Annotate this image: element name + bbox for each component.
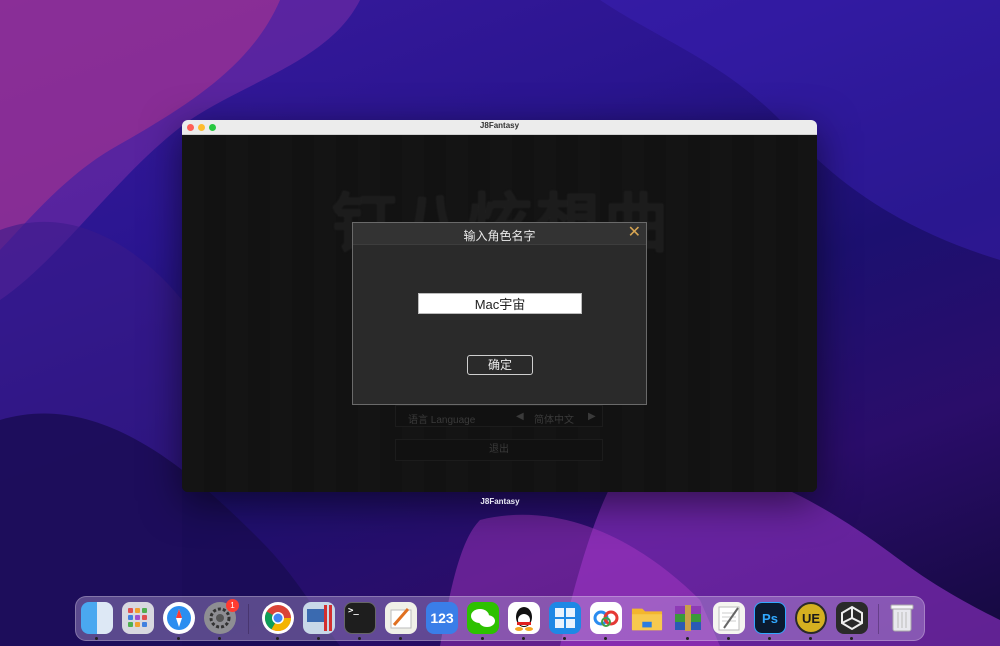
photoshop-icon[interactable]: Ps — [754, 602, 786, 634]
exit-button[interactable]: 退出 — [395, 439, 603, 461]
dock-separator — [248, 604, 249, 634]
ultraedit-icon[interactable]: UE — [795, 602, 827, 634]
running-indicator — [522, 637, 525, 640]
safari-icon[interactable] — [163, 602, 195, 634]
numbers-123-icon[interactable]: 123 — [426, 602, 458, 634]
qq-icon[interactable] — [508, 602, 540, 634]
running-indicator — [399, 637, 402, 640]
winrar-icon[interactable] — [672, 602, 704, 634]
running-indicator — [218, 637, 221, 640]
running-indicator — [809, 637, 812, 640]
running-indicator — [177, 637, 180, 640]
running-indicator — [563, 637, 566, 640]
dock-separator — [878, 604, 879, 634]
running-indicator — [768, 637, 771, 640]
folder-icon[interactable] — [631, 602, 663, 634]
wechat-icon[interactable] — [467, 602, 499, 634]
dialog-title: 输入角色名字 — [463, 229, 536, 243]
close-icon[interactable]: ✕ — [628, 224, 641, 242]
language-label: 语言 Language — [408, 415, 476, 426]
arrow-right-icon[interactable]: ▶ — [588, 411, 596, 422]
confirm-button[interactable]: 确定 — [467, 355, 533, 375]
finder-icon[interactable] — [81, 602, 113, 634]
arrow-left-icon[interactable]: ◀ — [516, 411, 524, 422]
unity-icon[interactable] — [836, 602, 868, 634]
running-indicator — [604, 637, 607, 640]
chrome-icon[interactable] — [262, 602, 294, 634]
running-indicator — [727, 637, 730, 640]
trash-icon[interactable] — [886, 602, 918, 634]
running-indicator — [358, 637, 361, 640]
running-indicator — [686, 637, 689, 640]
window-titlebar[interactable]: J8Fantasy — [182, 120, 817, 135]
language-selector[interactable]: 语言 Language ◀ 简体中文 ▶ — [395, 405, 603, 427]
running-indicator — [317, 637, 320, 640]
dialog-header: 输入角色名字 ✕ — [353, 223, 646, 245]
dock: 1 >_ 123 Ps UE — [75, 596, 925, 641]
window-title: J8Fantasy — [479, 121, 520, 130]
pages-icon[interactable] — [385, 602, 417, 634]
running-indicator — [276, 637, 279, 640]
language-value: 简体中文 — [534, 415, 574, 426]
textedit-icon[interactable] — [713, 602, 745, 634]
parallels-icon[interactable] — [303, 602, 335, 634]
cloud-icon[interactable] — [590, 602, 622, 634]
character-name-dialog: 输入角色名字 ✕ 确定 — [352, 222, 647, 405]
windows-icon[interactable] — [549, 602, 581, 634]
running-indicator — [850, 637, 853, 640]
running-indicator — [481, 637, 484, 640]
running-indicator — [95, 637, 98, 640]
notification-badge: 1 — [226, 599, 239, 612]
character-name-input[interactable] — [418, 293, 582, 314]
window-caption: J8Fantasy — [480, 497, 520, 506]
launchpad-icon[interactable] — [122, 602, 154, 634]
terminal-icon[interactable]: >_ — [344, 602, 376, 634]
